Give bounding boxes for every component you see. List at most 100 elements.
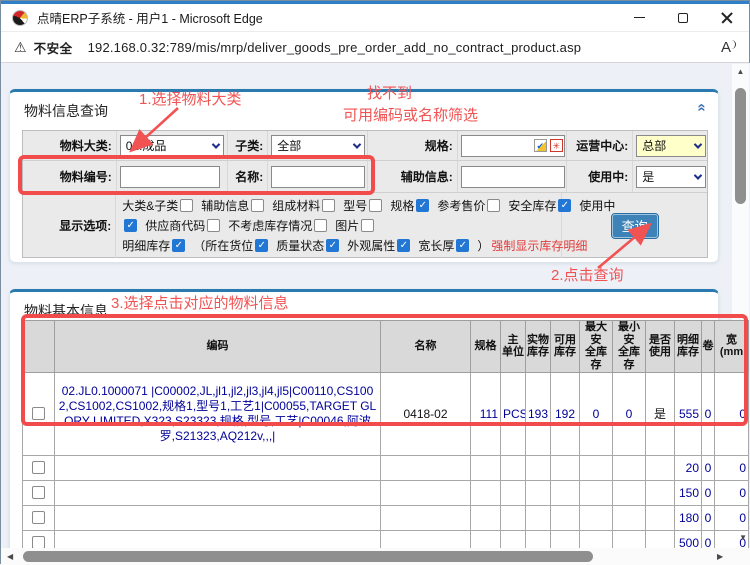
option-checkbox[interactable]: [369, 199, 382, 212]
option-checkbox[interactable]: [314, 219, 327, 232]
material-row[interactable]: 2000: [23, 455, 749, 480]
cell: [551, 455, 580, 480]
option-checkbox[interactable]: ✓: [456, 239, 469, 252]
cell: [580, 455, 613, 480]
annotation-step3: 3.选择点击对应的物料信息: [111, 292, 289, 313]
option-checkbox[interactable]: [322, 199, 335, 212]
cell: [471, 505, 501, 530]
collapse-panel-icon[interactable]: «: [693, 103, 710, 111]
url-text[interactable]: 192.168.0.32:789/mis/mrp/deliver_goods_p…: [88, 40, 582, 55]
horizontal-scrollbar[interactable]: ◀ ▶: [1, 548, 750, 565]
option-label: 宽长厚: [418, 237, 454, 254]
insecure-label[interactable]: 不安全: [34, 38, 73, 57]
option-checkbox[interactable]: ✓: [326, 239, 339, 252]
option-checkbox[interactable]: ✓: [397, 239, 410, 252]
column-header: 可用 库存: [551, 321, 580, 373]
read-aloud-icon[interactable]: A: [721, 39, 736, 56]
column-header: 卷: [702, 321, 715, 373]
option-checkbox[interactable]: [361, 219, 374, 232]
material-category-select[interactable]: 02:成品: [120, 135, 224, 157]
address-bar[interactable]: ⚠ 不安全 192.168.0.32:789/mis/mrp/deliver_g…: [1, 32, 749, 63]
option-label: 不考虑库存情况: [228, 217, 312, 234]
close-icon: [721, 12, 733, 24]
select-value: 是: [642, 168, 654, 185]
close-button[interactable]: [705, 4, 749, 31]
cell: 0: [580, 372, 613, 455]
cell: 0: [702, 480, 715, 505]
subcategory-select[interactable]: 全部: [271, 135, 365, 157]
scroll-down-icon[interactable]: ▼: [739, 533, 747, 542]
page-content: ▲ 物料信息查询 « 物料大类: 02:成品 子类: 全部: [1, 63, 750, 565]
cell: [471, 455, 501, 480]
cell: [551, 505, 580, 530]
annotation-note-line2: 可用编码或名称筛选: [343, 104, 478, 125]
material-row[interactable]: 15000: [23, 480, 749, 505]
row-checkbox[interactable]: [32, 486, 45, 499]
horizontal-scrollbar-thumb[interactable]: [23, 551, 593, 562]
spec-picker-icon[interactable]: ✔: [534, 139, 547, 152]
cell: 0418-02: [381, 372, 471, 455]
cell: [551, 480, 580, 505]
query-form: 物料大类: 02:成品 子类: 全部 规格:: [22, 130, 708, 258]
aux-info-label: 辅助信息:: [368, 161, 458, 192]
cell: 0: [702, 505, 715, 530]
option-checkbox[interactable]: ✓: [416, 199, 429, 212]
minimize-button[interactable]: [617, 4, 661, 31]
annotation-step1: 1.选择物料大类: [139, 88, 242, 109]
name-input[interactable]: [271, 166, 365, 188]
row-checkbox[interactable]: [32, 536, 45, 549]
option-label: 质量状态: [276, 237, 324, 254]
insecure-warning-icon: ⚠: [14, 39, 27, 56]
operation-center-select[interactable]: 总部: [636, 135, 706, 157]
option-label: 供应商代码: [145, 217, 205, 234]
cell: 180: [675, 505, 702, 530]
column-header: 最大安 全库存: [580, 321, 613, 373]
scroll-up-icon[interactable]: ▲: [732, 67, 749, 76]
row-checkbox[interactable]: [32, 407, 45, 420]
query-button[interactable]: 查询: [612, 214, 658, 238]
option-label: 外观属性: [347, 237, 395, 254]
display-options-lines: 大类&子类辅助信息组成材料型号规格✓参考售价安全库存✓使用中✓供应商代码不考虑库…: [116, 196, 561, 256]
row-checkbox[interactable]: [32, 511, 45, 524]
in-use-select[interactable]: 是: [636, 166, 706, 188]
option-checkbox[interactable]: [180, 199, 193, 212]
column-header: 规格: [471, 321, 501, 373]
column-header: 明细 库存: [675, 321, 702, 373]
scroll-left-icon[interactable]: ◀: [7, 552, 13, 561]
cell: [580, 480, 613, 505]
cell: 02.JL0.1000071 |C00002,JL,jl1,jl2,jl3,jl…: [55, 372, 381, 455]
spec-clear-icon[interactable]: ✳: [550, 139, 563, 152]
cell: [381, 480, 471, 505]
cell: [526, 455, 551, 480]
cell: [501, 455, 526, 480]
row-checkbox[interactable]: [32, 461, 45, 474]
material-row[interactable]: 02.JL0.1000071 |C00002,JL,jl1,jl2,jl3,jl…: [23, 372, 749, 455]
cell: [55, 480, 381, 505]
column-header: 主 单位: [501, 321, 526, 373]
vertical-scrollbar-thumb[interactable]: [735, 88, 746, 204]
row-select-cell: [23, 372, 55, 455]
material-row[interactable]: 18000: [23, 505, 749, 530]
option-label: 组成材料: [272, 197, 320, 214]
option-checkbox[interactable]: ✓: [124, 219, 137, 232]
maximize-button[interactable]: [661, 4, 705, 31]
select-value: 总部: [642, 137, 666, 154]
material-code-input[interactable]: [120, 166, 220, 188]
option-checkbox[interactable]: ✓: [172, 239, 185, 252]
option-checkbox[interactable]: [251, 199, 264, 212]
chevron-down-icon: [694, 171, 702, 179]
cell: [501, 505, 526, 530]
cell: 0: [715, 505, 749, 530]
option-checkbox[interactable]: [207, 219, 220, 232]
option-checkbox[interactable]: [487, 199, 500, 212]
column-header: 名称: [381, 321, 471, 373]
cell: [55, 455, 381, 480]
aux-info-input[interactable]: [461, 166, 565, 188]
operation-center-label: 运营中心:: [567, 131, 633, 160]
scroll-right-icon[interactable]: ▶: [717, 552, 723, 561]
option-label: （所在货位: [193, 237, 253, 254]
option-checkbox[interactable]: ✓: [255, 239, 268, 252]
results-panel-title: 物料基本信息: [24, 301, 108, 321]
select-value: 全部: [277, 137, 301, 154]
cell: [501, 480, 526, 505]
